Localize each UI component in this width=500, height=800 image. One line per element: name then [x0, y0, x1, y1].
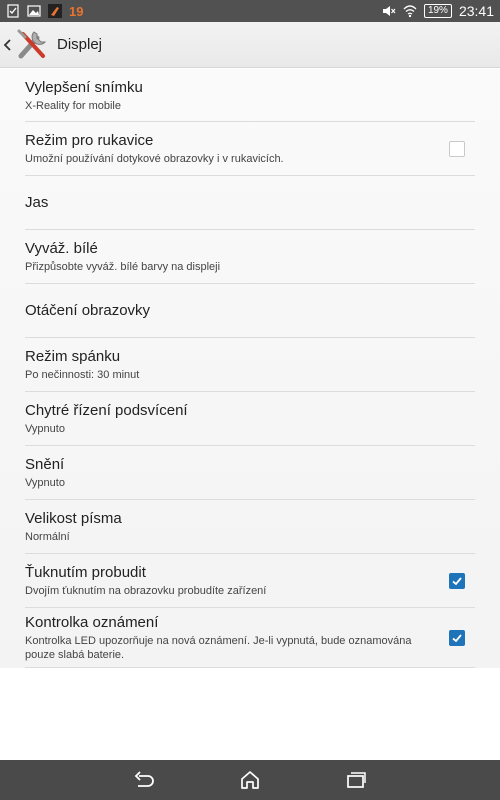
navigation-bar: [0, 760, 500, 800]
setting-subtitle: Vypnuto: [25, 423, 65, 435]
setting-image-enhancement[interactable]: Vylepšení snímku X-Reality for mobile: [25, 69, 475, 122]
action-bar: Displej: [0, 22, 500, 68]
checkmark-icon: [452, 576, 462, 585]
nav-home-button[interactable]: [238, 770, 262, 790]
setting-title: Jas: [25, 194, 49, 211]
setting-brightness[interactable]: Jas: [25, 176, 475, 230]
setting-subtitle: Po nečinnosti: 30 minut: [25, 369, 140, 381]
setting-title: Snění: [25, 456, 65, 473]
battery-level: 19%: [427, 5, 448, 16]
setting-daydream[interactable]: Snění Vypnuto: [25, 446, 475, 500]
setting-title: Vylepšení snímku: [25, 78, 143, 96]
checkmark-icon: [452, 633, 462, 642]
setting-subtitle: Dvojím ťuknutím na obrazovku probudíte z…: [25, 585, 267, 597]
setting-title: Ťuknutím probudit: [25, 564, 146, 581]
setting-title: Vyváž. bílé: [25, 240, 98, 257]
nav-recents-button[interactable]: [344, 770, 368, 790]
up-button[interactable]: [0, 22, 49, 68]
setting-sleep[interactable]: Režim spánku Po nečinnosti: 30 minut: [25, 338, 475, 392]
setting-title: Režim spánku: [25, 348, 121, 365]
tap-to-wake-checkbox[interactable]: [449, 572, 465, 589]
setting-subtitle: Umožní používání dotykové obrazovky i v …: [25, 153, 284, 165]
setting-glove-mode[interactable]: Režim pro rukavice Umožní používání doty…: [25, 122, 475, 176]
setting-title: Velikost písma: [25, 510, 122, 527]
status-bar: 19 19% 23:41: [0, 0, 500, 22]
glove-mode-checkbox[interactable]: [449, 140, 465, 157]
notification-light-checkbox[interactable]: [449, 629, 465, 646]
setting-smart-backlight[interactable]: Chytré řízení podsvícení Vypnuto: [25, 392, 475, 446]
setting-subtitle: X-Reality for mobile: [25, 99, 121, 112]
page-title: Displej: [57, 36, 103, 53]
setting-title: Kontrolka oznámení: [25, 614, 159, 631]
clock: 23:41: [458, 3, 494, 19]
battery-icon: 19%: [423, 4, 452, 18]
app-notification-icon: [48, 4, 62, 18]
chevron-left-icon: [3, 38, 11, 51]
setting-subtitle: Přizpůsobte vyváž. bílé barvy na displej…: [25, 261, 221, 273]
setting-tap-to-wake[interactable]: Ťuknutím probudit Dvojím ťuknutím na obr…: [25, 554, 475, 608]
status-right: 19% 23:41: [382, 3, 494, 19]
back-icon: [134, 771, 154, 787]
image-icon: [27, 5, 41, 17]
checklist-icon: [7, 4, 19, 18]
tools-icon: [17, 29, 47, 58]
setting-title: Režim pro rukavice: [25, 132, 154, 149]
nav-back-button[interactable]: [132, 770, 156, 790]
home-icon: [241, 771, 259, 789]
setting-screen-rotation[interactable]: Otáčení obrazovky: [25, 284, 475, 338]
status-left: 19: [6, 4, 83, 19]
setting-notification-light[interactable]: Kontrolka oznámení Kontrolka LED upozorň…: [25, 608, 475, 668]
setting-title: Otáčení obrazovky: [25, 302, 151, 319]
recents-icon: [347, 772, 366, 788]
wifi-icon: [403, 5, 417, 18]
mute-icon: [382, 6, 396, 16]
setting-title: Chytré řízení podsvícení: [25, 402, 188, 419]
notification-count: 19: [69, 3, 84, 19]
setting-subtitle: Vypnuto: [25, 477, 65, 489]
setting-white-balance[interactable]: Vyváž. bílé Přizpůsobte vyváž. bílé barv…: [25, 230, 475, 284]
setting-subtitle: Normální: [25, 531, 70, 543]
setting-font-size[interactable]: Velikost písma Normální: [25, 500, 475, 554]
setting-subtitle: Kontrolka LED upozorňuje na nová oznámen…: [25, 635, 412, 661]
settings-list: Vylepšení snímku X-Reality for mobile Re…: [0, 69, 500, 668]
